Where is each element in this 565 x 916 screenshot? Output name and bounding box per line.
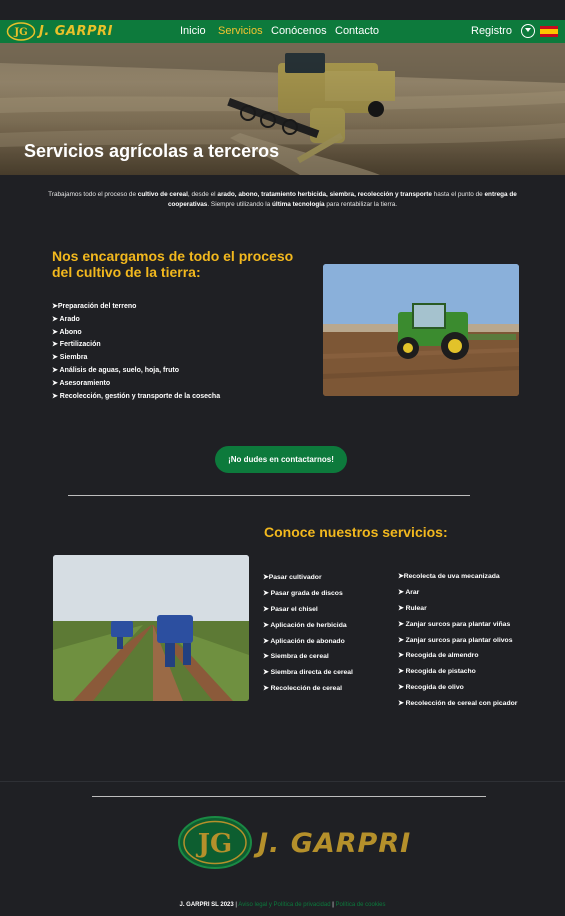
footer-legal-line: J. GARPRI SL 2023 | Aviso legal y Políti…	[179, 902, 386, 908]
list-item: ➤Pasar cultivador	[263, 574, 322, 581]
nav-conocenos[interactable]: Conócenos	[271, 25, 327, 37]
list-item: ➤ Pasar el chisel	[263, 605, 318, 613]
nav-registro[interactable]: Registro	[471, 25, 512, 37]
list-item: ➤ Siembra directa de cereal	[263, 669, 353, 677]
list-item: ➤ Siembra	[52, 354, 88, 362]
list-item: ➤ Abono	[52, 328, 82, 336]
list-item: ➤ Recolección de cereal con picador	[398, 700, 518, 708]
process-heading: Nos encargamos de todo el proceso del cu…	[52, 248, 294, 280]
hero-banner: Servicios agrícolas a terceros	[0, 43, 565, 175]
list-item: ➤ Asesoramiento	[52, 379, 111, 387]
top-strip	[0, 0, 565, 20]
list-item: ➤Preparación del terreno	[52, 303, 137, 310]
list-item: ➤Recolecta de uva mecanizada	[398, 573, 500, 580]
services-list-right: ➤Recolecta de uva mecanizada ➤ Arar ➤ Ru…	[398, 572, 517, 715]
list-item: ➤ Recolección, gestión y transporte de l…	[52, 392, 221, 400]
list-item: ➤ Pasar grada de discos	[263, 589, 343, 597]
list-item: ➤ Zanjar surcos para plantar viñas	[398, 620, 511, 628]
intro-paragraph: Trabajamos todo el proceso de cultivo de…	[48, 191, 517, 208]
footer-divider	[92, 796, 486, 797]
svg-text:JG: JG	[13, 27, 27, 38]
svg-text:JG: JG	[196, 829, 233, 859]
contact-cta-button[interactable]: ¡No dudes en contactarnos!	[215, 446, 347, 473]
main-navbar: JG J. GARPRI Inicio Servicios Conócenos …	[0, 20, 565, 43]
nav-servicios[interactable]: Servicios	[218, 25, 263, 37]
list-item: ➤ Arado	[52, 315, 80, 323]
services-list-left: ➤Pasar cultivador ➤ Pasar grada de disco…	[263, 573, 353, 700]
list-item: ➤ Aplicación de herbicida	[263, 621, 347, 629]
list-item: ➤ Aplicación de abonado	[263, 637, 345, 645]
cookies-policy-link[interactable]: Política de cookies	[335, 902, 385, 908]
list-item: ➤ Recogida de pistacho	[398, 668, 476, 676]
list-item: ➤ Arar	[398, 588, 420, 596]
grape-harvester-photo	[53, 555, 249, 701]
section-divider	[68, 495, 470, 496]
brand-name-large[interactable]: J. GARPRI	[258, 828, 411, 859]
list-item: ➤ Recogida de almendro	[398, 652, 479, 660]
hero-title: Servicios agrícolas a terceros	[24, 141, 280, 161]
language-dropdown-icon[interactable]	[521, 24, 535, 38]
services-heading: Conoce nuestros servicios:	[264, 524, 448, 540]
tractor-photo	[323, 264, 519, 396]
list-item: ➤ Recolección de cereal	[263, 685, 342, 693]
copyright-text: J. GARPRI SL 2023	[179, 902, 234, 908]
list-item: ➤ Siembra de cereal	[263, 653, 329, 661]
list-item: ➤ Fertilización	[52, 341, 101, 349]
brand-name[interactable]: J. GARPRI	[39, 24, 113, 39]
brand-logo-icon[interactable]: JG	[6, 22, 36, 41]
process-list: ➤Preparación del terreno ➤ Arado ➤ Abono…	[52, 302, 220, 404]
list-item: ➤ Zanjar surcos para plantar olivos	[398, 636, 513, 644]
legal-privacy-link[interactable]: Aviso legal y Política de privacidad	[238, 902, 330, 908]
brand-logo-large-icon[interactable]: JG	[177, 815, 253, 870]
nav-contacto[interactable]: Contacto	[335, 25, 379, 37]
list-item: ➤ Rulear	[398, 604, 427, 612]
spain-flag-icon[interactable]	[540, 26, 558, 37]
list-item: ➤ Recogida de olivo	[398, 684, 464, 692]
nav-inicio[interactable]: Inicio	[180, 25, 206, 37]
list-item: ➤ Análisis de aguas, suelo, hoja, fruto	[52, 366, 179, 374]
